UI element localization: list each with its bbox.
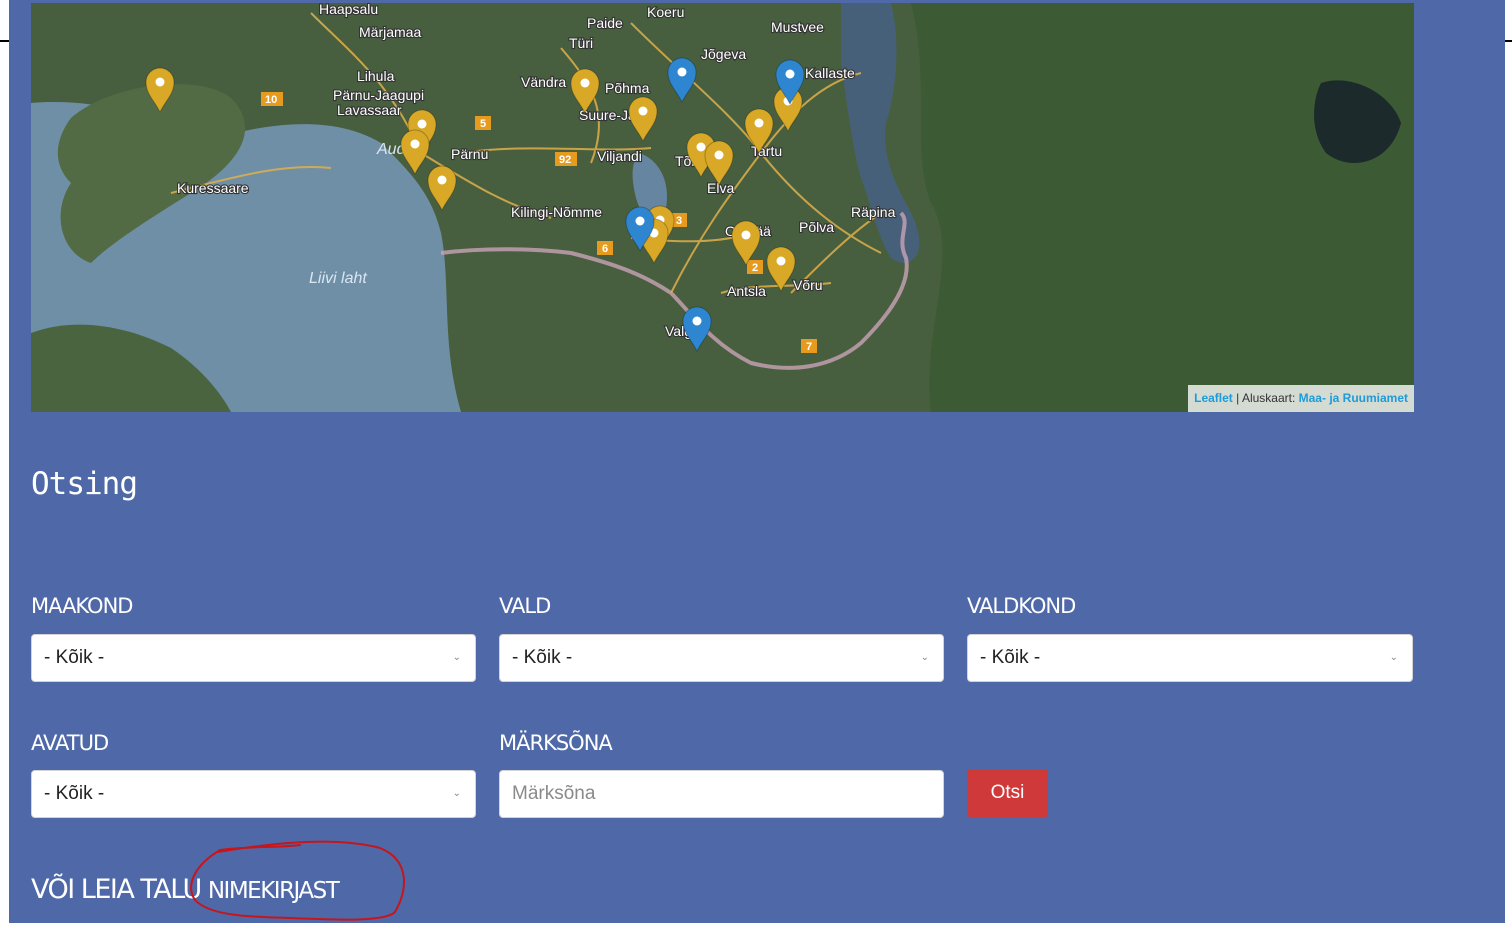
- map-label: Haapsalu: [319, 3, 378, 17]
- map-label: Paide: [587, 15, 623, 31]
- map-label: Mustvee: [771, 19, 824, 35]
- road-shield: 5: [475, 116, 491, 130]
- keyword-label: MÄRKSÕNA: [499, 731, 613, 755]
- map-label: Koeru: [647, 4, 684, 20]
- map-label: Lavassaar: [337, 102, 402, 118]
- road-shield: 10: [261, 92, 283, 106]
- map-label: Kilingi-Nõmme: [511, 204, 602, 220]
- svg-text:92: 92: [559, 154, 571, 166]
- road-shield: 7: [801, 339, 817, 353]
- vald-select[interactable]: - Kõik - ⌄: [499, 634, 944, 682]
- map-label: Kuressaare: [177, 180, 249, 196]
- chevron-down-icon: ⌄: [452, 788, 461, 799]
- avatud-select[interactable]: - Kõik - ⌄: [31, 770, 476, 818]
- main-panel: Haapsalu Märjamaa Paide Koeru Mustvee Türi Jõg…: [9, 0, 1505, 923]
- edge-line-left: [0, 40, 9, 42]
- map[interactable]: Haapsalu Märjamaa Paide Koeru Mustvee Türi Jõg…: [31, 3, 1414, 412]
- attribution-separator: |: [1232, 391, 1242, 405]
- vald-value: - Kõik -: [512, 647, 573, 668]
- road-shield: 92: [555, 152, 577, 166]
- map-label: Lihula: [357, 68, 395, 84]
- map-label: Jõgeva: [701, 46, 746, 62]
- maakond-value: - Kõik -: [44, 647, 105, 668]
- map-label: Pärnu-Jaagupi: [333, 87, 424, 103]
- map-label: Viljandi: [597, 148, 642, 164]
- svg-text:7: 7: [806, 341, 812, 353]
- svg-text:10: 10: [265, 94, 277, 106]
- map-label: Antsla: [727, 283, 766, 299]
- map-label: Võru: [793, 277, 823, 293]
- map-attribution: Leaflet | Aluskaart: Maa- ja Ruumiamet: [1188, 385, 1414, 412]
- map-label: Räpina: [851, 204, 896, 220]
- svg-text:6: 6: [602, 243, 608, 255]
- svg-text:2: 2: [752, 262, 758, 274]
- chevron-down-icon: ⌄: [920, 652, 929, 663]
- chevron-down-icon: ⌄: [1389, 652, 1398, 663]
- valdkond-value: - Kõik -: [980, 647, 1041, 668]
- map-label: Põlva: [799, 219, 834, 235]
- map-label: Vändra: [521, 74, 566, 90]
- search-title: Otsing: [31, 466, 138, 502]
- valdkond-label: VALDKOND: [967, 594, 1076, 618]
- avatud-label: AVATUD: [31, 731, 109, 755]
- avatud-value: - Kõik -: [44, 783, 105, 804]
- chevron-down-icon: ⌄: [452, 652, 461, 663]
- svg-text:5: 5: [480, 118, 486, 130]
- map-canvas[interactable]: Haapsalu Märjamaa Paide Koeru Mustvee Türi Jõg…: [31, 3, 1414, 412]
- search-button[interactable]: Otsi: [967, 769, 1048, 817]
- vald-label: VALD: [499, 594, 551, 618]
- map-label: Kallaste: [805, 65, 855, 81]
- valdkond-select[interactable]: - Kõik - ⌄: [967, 634, 1413, 682]
- maakond-select[interactable]: - Kõik - ⌄: [31, 634, 476, 682]
- map-label: Liivi laht: [309, 270, 367, 287]
- provider-link[interactable]: Maa- ja Ruumiamet: [1299, 391, 1408, 405]
- svg-text:3: 3: [676, 215, 682, 227]
- edge-line-right: [1505, 40, 1512, 42]
- annotation-circle: [190, 840, 405, 921]
- leaflet-link[interactable]: Leaflet: [1194, 391, 1233, 405]
- keyword-input[interactable]: [499, 770, 944, 818]
- map-label: Türi: [569, 35, 593, 51]
- maakond-label: MAAKOND: [31, 594, 133, 618]
- road-shield: 2: [747, 260, 763, 274]
- road-shield: 6: [597, 241, 613, 255]
- attribution-prefix: Aluskaart:: [1241, 391, 1299, 405]
- list-link-prefix: VÕI LEIA TALU: [31, 874, 202, 905]
- map-label: Põhma: [605, 80, 650, 96]
- map-label: Pärnu: [451, 146, 488, 162]
- map-label: Märjamaa: [359, 24, 421, 40]
